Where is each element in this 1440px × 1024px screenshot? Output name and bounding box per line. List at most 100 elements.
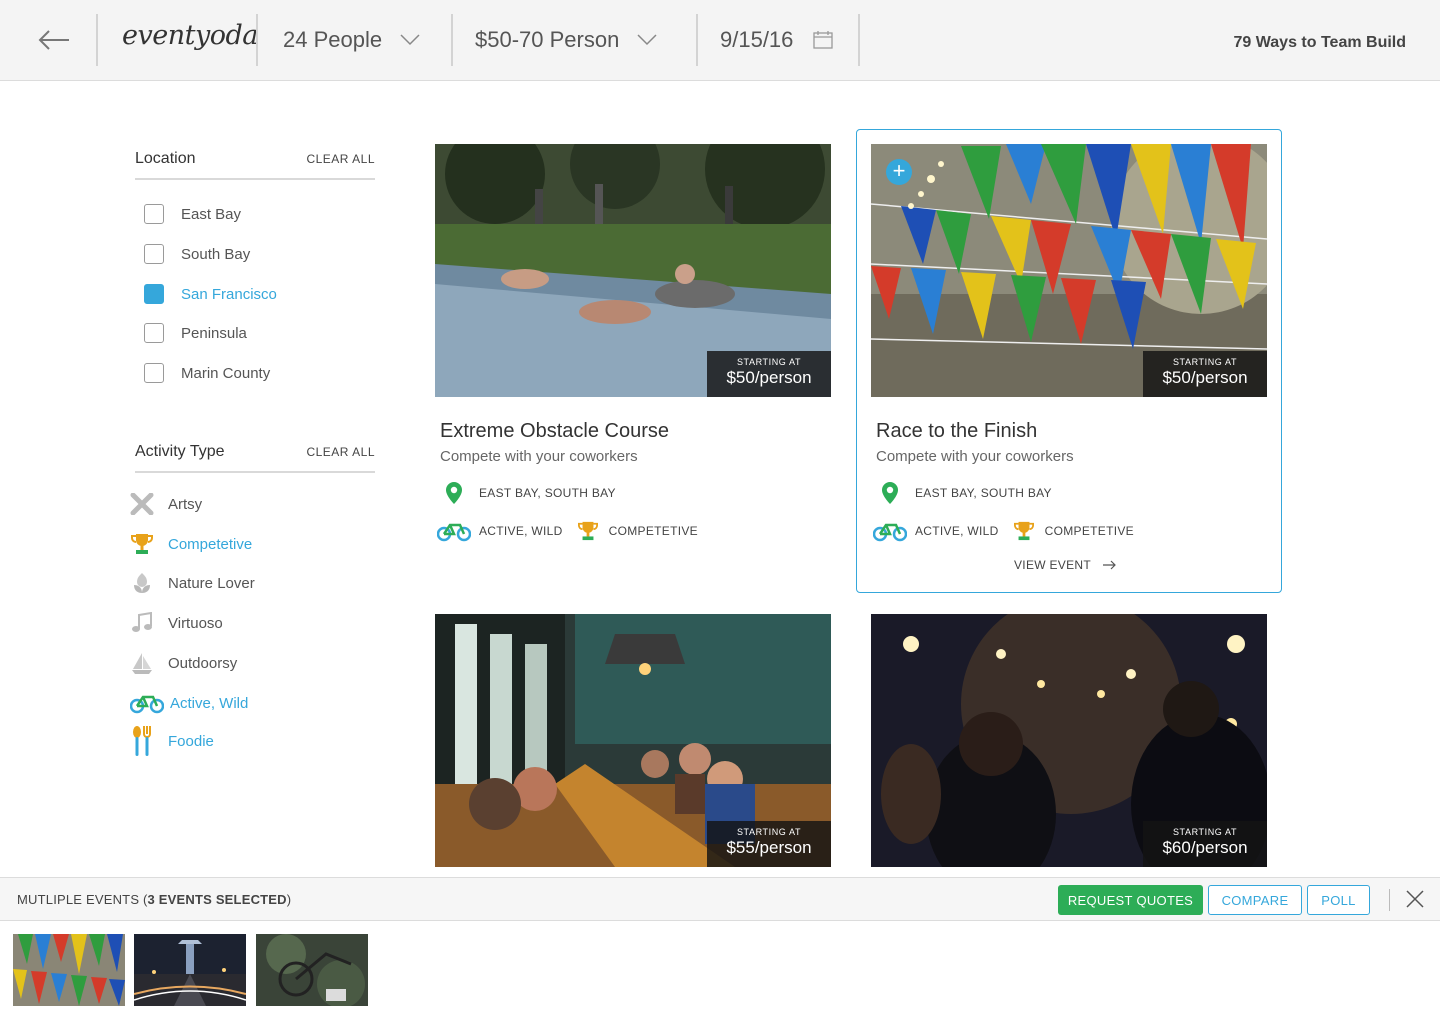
sailboat-icon xyxy=(130,649,162,677)
event-title[interactable]: Extreme Obstacle Course xyxy=(440,420,669,443)
location-option-label: South Bay xyxy=(181,245,251,263)
activity-option-foodie[interactable]: Foodie xyxy=(130,724,214,758)
header-divider xyxy=(96,14,98,66)
activity-filter-header: Activity Type CLEAR ALL xyxy=(135,443,375,473)
price-value: $50/person xyxy=(1162,368,1248,387)
people-value: 24 People xyxy=(283,27,383,52)
fork-spoon-icon xyxy=(130,724,162,758)
activity-option-nature-lover[interactable]: Nature Lover xyxy=(130,569,255,597)
selection-prefix: MUTLIPLE EVENTS ( xyxy=(17,892,148,907)
people-dropdown[interactable]: 24 People xyxy=(283,22,420,58)
view-event-label: VIEW EVENT xyxy=(1014,558,1092,572)
price-tag: STARTING AT $50/person xyxy=(1143,351,1267,397)
selection-count: 3 EVENTS SELECTED xyxy=(147,892,287,907)
event-location-text: EAST BAY, SOUTH BAY xyxy=(479,486,616,500)
trophy-icon xyxy=(130,530,162,558)
event-location-text: EAST BAY, SOUTH BAY xyxy=(915,486,1052,500)
price-value: $55/person xyxy=(726,838,812,857)
date-value: 9/15/16 xyxy=(720,27,794,52)
activity-option-label: Artsy xyxy=(168,495,203,513)
thumbnail-image xyxy=(256,934,368,1006)
bicycle-icon xyxy=(437,520,471,542)
header-divider xyxy=(256,14,258,66)
event-image-race-to-finish[interactable]: STARTING AT $50/person xyxy=(871,144,1267,397)
price-range-value: $50-70 Person xyxy=(475,27,620,52)
checkbox[interactable] xyxy=(144,244,164,264)
request-quotes-button[interactable]: REQUEST QUOTES xyxy=(1058,885,1203,915)
selected-event-thumbnail[interactable] xyxy=(256,934,368,1006)
price-dropdown[interactable]: $50-70 Person xyxy=(475,22,657,58)
activity-clear-all-button[interactable]: CLEAR ALL xyxy=(306,445,375,459)
selected-event-thumbnail[interactable] xyxy=(13,934,125,1006)
checkbox[interactable] xyxy=(144,204,164,224)
event-tag-1: ACTIVE, WILD xyxy=(915,524,999,538)
event-subtitle: Compete with your coworkers xyxy=(876,448,1074,465)
page-title[interactable]: 79 Ways to Team Build xyxy=(1234,34,1406,52)
compare-button[interactable]: COMPARE xyxy=(1208,885,1302,915)
close-icon[interactable] xyxy=(1404,888,1426,910)
checkbox[interactable] xyxy=(144,363,164,383)
event-location: EAST BAY, SOUTH BAY xyxy=(873,481,1052,505)
event-image-restaurant[interactable]: STARTING AT $55/person xyxy=(435,614,831,867)
selected-event-thumbnail[interactable] xyxy=(134,934,246,1006)
activity-option-label: Competetive xyxy=(168,535,253,553)
chevron-down-icon xyxy=(637,34,657,46)
location-clear-all-button[interactable]: CLEAR ALL xyxy=(306,152,375,166)
activity-option-virtuoso[interactable]: Virtuoso xyxy=(130,609,223,637)
bicycle-icon xyxy=(130,689,164,717)
event-tag-1: ACTIVE, WILD xyxy=(479,524,563,538)
activity-filter-title: Activity Type xyxy=(135,443,225,460)
logo[interactable]: eventyoda xyxy=(122,20,258,51)
checkbox[interactable] xyxy=(144,323,164,343)
activity-option-outdoorsy[interactable]: Outdoorsy xyxy=(130,649,237,677)
event-tags: ACTIVE, WILD COMPETETIVE xyxy=(437,520,698,542)
location-option-label: San Francisco xyxy=(181,285,277,303)
date-picker[interactable]: 9/15/16 xyxy=(720,22,834,58)
activity-option-competetive[interactable]: Competetive xyxy=(130,530,252,558)
activity-option-label: Foodie xyxy=(168,732,214,750)
poll-button[interactable]: POLL xyxy=(1307,885,1370,915)
event-tags: ACTIVE, WILD COMPETETIVE xyxy=(873,520,1134,542)
activity-option-label: Active, Wild xyxy=(170,694,249,712)
activity-option-label: Nature Lover xyxy=(168,574,255,592)
location-option-east-bay[interactable]: East Bay xyxy=(144,203,241,225)
price-label: STARTING AT xyxy=(1172,827,1238,837)
event-image-sparklers[interactable]: STARTING AT $60/person xyxy=(871,614,1267,867)
event-subtitle: Compete with your coworkers xyxy=(440,448,638,465)
thumbnail-image xyxy=(13,934,125,1006)
location-option-label: Peninsula xyxy=(181,324,247,342)
location-filter-header: Location CLEAR ALL xyxy=(135,150,375,180)
activity-option-active-wild[interactable]: Active, Wild xyxy=(130,689,248,717)
header-divider xyxy=(451,14,453,66)
activity-option-artsy[interactable]: Artsy xyxy=(130,490,202,518)
arrow-right-icon xyxy=(1103,560,1116,570)
activity-option-label: Virtuoso xyxy=(168,614,223,632)
event-tag-2: COMPETETIVE xyxy=(1044,524,1134,538)
artsy-icon xyxy=(130,490,162,518)
event-tag-2: COMPETETIVE xyxy=(608,524,698,538)
event-title[interactable]: Race to the Finish xyxy=(876,420,1037,443)
activity-option-label: Outdoorsy xyxy=(168,654,238,672)
location-option-south-bay[interactable]: South Bay xyxy=(144,243,250,265)
location-option-marin-county[interactable]: Marin County xyxy=(144,362,270,384)
back-arrow-icon[interactable] xyxy=(28,22,80,58)
price-value: $60/person xyxy=(1162,838,1248,857)
selection-suffix: ) xyxy=(286,892,292,907)
location-option-peninsula[interactable]: Peninsula xyxy=(144,322,247,344)
add-event-button[interactable]: + xyxy=(886,159,912,185)
location-option-san-francisco[interactable]: San Francisco xyxy=(144,283,277,305)
location-option-label: Marin County xyxy=(181,364,271,382)
selection-bar: MUTLIPLE EVENTS (3 EVENTS SELECTED) REQU… xyxy=(0,877,1440,921)
price-tag: STARTING AT $55/person xyxy=(707,821,831,867)
bicycle-icon xyxy=(873,520,907,542)
view-event-link[interactable]: VIEW EVENT xyxy=(1014,558,1117,572)
event-location: EAST BAY, SOUTH BAY xyxy=(437,481,616,505)
location-option-label: East Bay xyxy=(181,205,242,223)
checkbox-checked[interactable] xyxy=(144,284,164,304)
trophy-icon xyxy=(575,521,601,541)
top-header: eventyoda 24 People $50-70 Person 9/15/1… xyxy=(0,0,1440,81)
music-note-icon xyxy=(130,609,162,637)
event-image-obstacle-course[interactable]: STARTING AT $50/person xyxy=(435,144,831,397)
thumbnail-image xyxy=(134,934,246,1006)
flower-icon xyxy=(130,569,162,597)
